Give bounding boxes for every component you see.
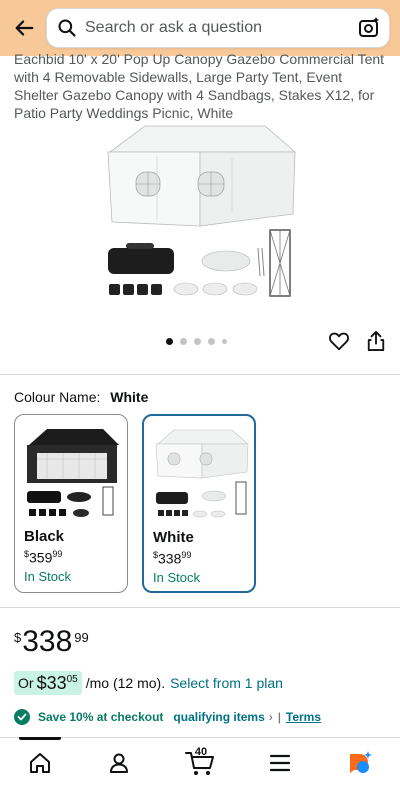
price-fraction: 99 <box>52 549 63 559</box>
bottom-navigation: 40 <box>0 737 400 812</box>
carousel-dot[interactable] <box>180 338 187 345</box>
monthly-term: /mo (12 mo). <box>85 675 166 691</box>
active-tab-indicator <box>19 737 61 740</box>
search-icon <box>58 19 76 37</box>
nav-cart[interactable]: 40 <box>180 746 220 780</box>
stock-status: In Stock <box>24 569 71 584</box>
nav-rufus-assistant[interactable] <box>340 746 380 780</box>
section-divider <box>0 374 400 375</box>
section-divider <box>0 607 400 608</box>
nav-home[interactable] <box>20 746 60 780</box>
carousel-dot[interactable] <box>208 338 215 345</box>
colour-option-name: White <box>153 529 194 546</box>
price-whole: 359 <box>29 549 53 566</box>
carousel-dot[interactable] <box>222 339 227 344</box>
terms-link[interactable]: Terms <box>286 710 321 724</box>
colour-option-price: $33899 <box>153 550 191 567</box>
main-price: $ 338 99 <box>14 626 89 658</box>
back-arrow-icon <box>15 20 34 36</box>
colour-label: Colour Name: White <box>14 389 148 405</box>
cart-count-badge: 40 <box>194 746 208 758</box>
price-currency: $ <box>14 630 22 645</box>
colour-option-name: Black <box>24 528 65 545</box>
ai-assistant-icon <box>350 751 372 773</box>
monthly-amount-pill: Or $33 05 <box>14 671 82 695</box>
price-whole: 338 <box>158 550 182 567</box>
camera-search-icon[interactable] <box>357 16 381 40</box>
product-title: Eachbid 10' x 20' Pop Up Canopy Gazebo C… <box>14 51 385 121</box>
stock-status: In Stock <box>153 570 200 585</box>
wishlist-heart-icon[interactable] <box>328 330 350 352</box>
person-icon <box>110 753 128 773</box>
chevron-right-icon: › <box>268 710 273 724</box>
check-circle-icon <box>14 709 30 725</box>
monthly-amount: $33 <box>37 673 67 693</box>
black-tent-thumbnail <box>27 429 119 517</box>
monthly-fraction: 05 <box>66 674 78 685</box>
colour-selected-value: White <box>110 389 149 405</box>
carousel-dot[interactable] <box>194 338 201 345</box>
carousel-dot[interactable] <box>166 338 173 345</box>
qualifying-items-link[interactable]: qualifying items <box>173 710 264 724</box>
coupon-row: Save 10% at checkout qualifying items › … <box>14 709 321 725</box>
select-plan-link[interactable]: Select from 1 plan <box>170 675 283 691</box>
colour-option-price: $35999 <box>24 549 62 566</box>
colour-option-white[interactable]: White $33899 In Stock <box>142 414 256 593</box>
back-button[interactable] <box>10 14 38 42</box>
home-icon <box>30 753 50 773</box>
nav-account[interactable] <box>99 746 139 780</box>
colour-label-text: Colour Name: <box>14 389 101 405</box>
hamburger-menu-icon <box>269 754 291 772</box>
search-box[interactable] <box>46 8 390 48</box>
monthly-payment: Or $33 05 /mo (12 mo). Select from 1 pla… <box>14 671 283 695</box>
monthly-whole: 33 <box>46 673 67 693</box>
product-image[interactable] <box>100 116 300 316</box>
image-carousel-dots[interactable] <box>166 338 227 345</box>
top-header <box>0 0 400 56</box>
price-whole: 338 <box>22 625 73 658</box>
search-input[interactable] <box>85 19 357 37</box>
separator: | <box>277 710 281 724</box>
white-tent-thumbnail <box>155 429 249 518</box>
monthly-prefix: Or <box>18 675 34 691</box>
share-icon[interactable] <box>366 330 386 352</box>
coupon-save-text: Save 10% at checkout <box>38 710 164 724</box>
monthly-currency: $ <box>36 673 47 693</box>
price-fraction: 99 <box>181 550 192 560</box>
colour-option-black[interactable]: Black $35999 In Stock <box>14 414 128 593</box>
nav-menu[interactable] <box>260 746 300 780</box>
price-fraction: 99 <box>74 630 89 645</box>
